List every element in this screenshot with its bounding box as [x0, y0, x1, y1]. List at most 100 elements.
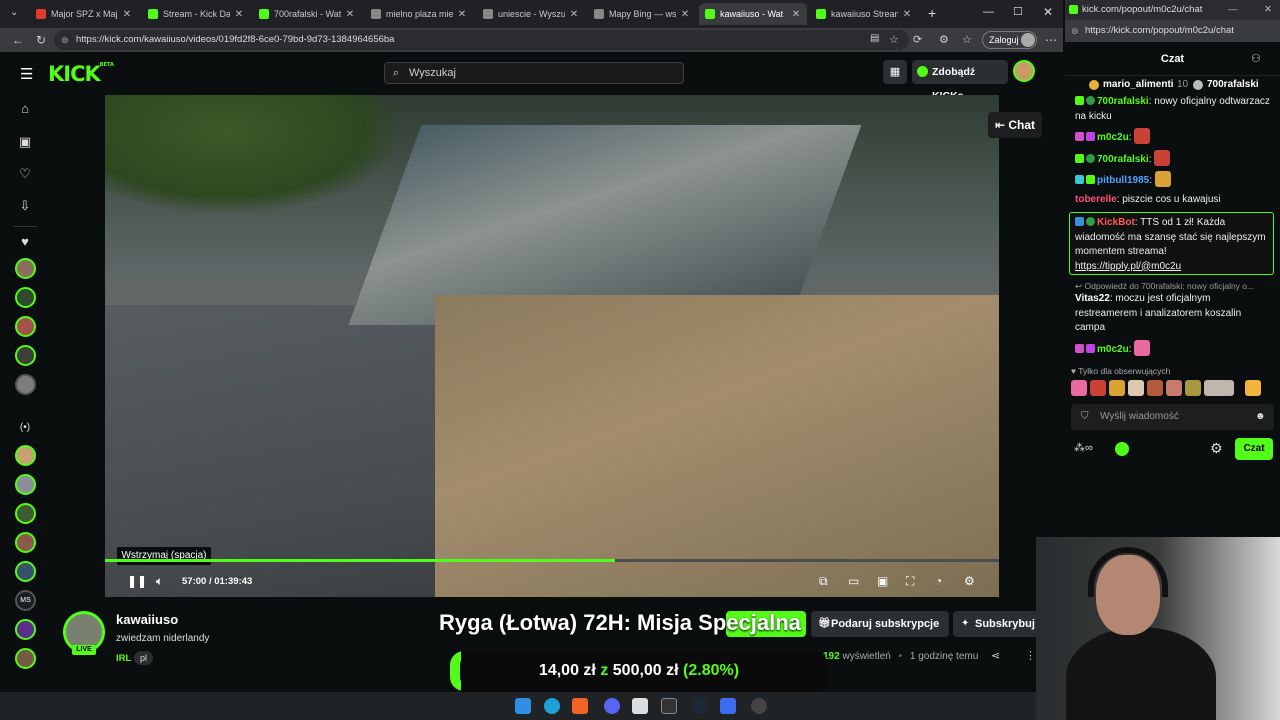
browse-icon[interactable]: ▣	[17, 134, 33, 150]
pause-icon[interactable]: ❚❚	[127, 574, 147, 588]
favorites-icon[interactable]: ☆	[962, 33, 972, 46]
chat-username[interactable]: pitbull1985	[1097, 175, 1149, 186]
theater-mode-icon[interactable]: ▭	[848, 574, 859, 588]
chat-username[interactable]: 700rafalski	[1097, 154, 1149, 165]
chat-send-button[interactable]: Czat	[1235, 438, 1273, 460]
reply-reference[interactable]: ↩ Odpowiedź do 700rafalski: nowy oficjal…	[1075, 280, 1273, 292]
volume-icon[interactable]: 🔈︎	[156, 574, 163, 589]
subscribe-button[interactable]: ✦ Subskrybuj	[953, 611, 1043, 637]
reload-icon[interactable]: ↻	[36, 33, 46, 47]
chat-users-icon[interactable]: ⚇	[1251, 42, 1261, 76]
language-tag[interactable]: pl	[134, 651, 153, 665]
followed-channel-avatar[interactable]	[15, 316, 36, 337]
emote-icon[interactable]	[1071, 380, 1087, 396]
tab-close-icon[interactable]: ✕	[457, 9, 467, 20]
recommended-channel-avatar[interactable]: MS	[15, 590, 36, 611]
chat-tools-icon[interactable]: ⁂∞	[1074, 441, 1093, 454]
tab-close-icon[interactable]: ✕	[680, 9, 690, 20]
emote-icon[interactable]	[1147, 380, 1163, 396]
back-icon[interactable]: ←	[12, 33, 24, 47]
get-kicks-button[interactable]: Zdobądź KICKs	[912, 60, 1008, 102]
video-player[interactable]	[105, 95, 999, 597]
chat-link[interactable]: https://tipply.pl/@m0c2u	[1075, 260, 1269, 275]
chat-username[interactable]: m0c2u	[1097, 344, 1129, 355]
chat-username[interactable]: 700rafalski	[1097, 96, 1149, 107]
epic-games-icon[interactable]	[661, 698, 677, 714]
followed-channel-avatar[interactable]	[15, 287, 36, 308]
tab-close-icon[interactable]: ✕	[791, 9, 801, 20]
followed-channel-avatar[interactable]	[15, 345, 36, 366]
reader-icon[interactable]: ▤	[870, 33, 879, 44]
emote-icon[interactable]	[1128, 380, 1144, 396]
minimize-icon[interactable]: —	[983, 6, 994, 18]
leaderboard-user[interactable]: mario_alimenti	[1103, 79, 1174, 90]
chat-username[interactable]: Vitas22	[1075, 293, 1110, 304]
followed-channel-avatar[interactable]	[15, 374, 36, 395]
recommended-channel-avatar[interactable]	[15, 648, 36, 669]
following-heart-icon[interactable]: ♡	[17, 166, 33, 182]
clips-icon[interactable]: ⇩	[17, 198, 33, 214]
chat-minimize-icon[interactable]: —	[1228, 0, 1238, 20]
leaderboard-user[interactable]: 700rafalski	[1207, 79, 1259, 90]
kick-logo-icon[interactable]	[1115, 442, 1129, 456]
chat-toggle-button[interactable]: ⇤ Chat	[988, 112, 1042, 138]
recommended-channel-avatar[interactable]	[15, 474, 36, 495]
browser-tab[interactable]: mielno plaza mieszk ✕	[365, 3, 473, 25]
miniplayer-icon[interactable]: ⧉	[819, 574, 828, 589]
app-icon[interactable]	[720, 698, 736, 714]
browser-tab[interactable]: Stream - Kick Dashb ✕	[142, 3, 250, 25]
tab-list-icon[interactable]: ⌄	[10, 7, 18, 18]
user-avatar[interactable]	[1013, 60, 1035, 82]
recommended-channel-avatar[interactable]	[15, 445, 36, 466]
chat-username[interactable]: toberelle	[1075, 194, 1117, 205]
browser-tab[interactable]: 700rafalski - Watch ✕	[253, 3, 361, 25]
category-link[interactable]: IRL	[116, 653, 131, 664]
chat-site-info-icon[interactable]: ⊜	[1071, 20, 1079, 42]
emoji-picker-icon[interactable]: ☻	[1255, 404, 1266, 430]
chat-settings-icon[interactable]: ⚙	[1210, 440, 1223, 457]
windows-start-icon[interactable]	[515, 698, 531, 714]
emote-icon[interactable]	[1166, 380, 1182, 396]
browser-tab[interactable]: kawaiiuso - Wat ✕	[699, 3, 807, 25]
layout-icon[interactable]: ▦	[883, 60, 907, 84]
chat-username[interactable]: KickBot	[1097, 217, 1135, 228]
browser-tab[interactable]: kawaiiuso Stream - \ ✕	[810, 3, 918, 25]
tab-close-icon[interactable]: ✕	[122, 9, 132, 20]
home-icon[interactable]: ⌂	[17, 101, 33, 117]
app-icon[interactable]	[632, 698, 648, 714]
extensions-icon[interactable]: ⟳	[913, 33, 922, 46]
new-tab-button[interactable]: +	[928, 5, 936, 21]
gift-subs-button[interactable]: 🎁︎ Podaruj subskrypcje	[811, 611, 949, 637]
settings-icon[interactable]: ⚙	[939, 33, 949, 46]
kick-logo[interactable]: KICKBETA	[48, 62, 114, 86]
emote-icon[interactable]	[1109, 380, 1125, 396]
url-field[interactable]: ⊜ https://kick.com/kawaiiuso/videos/019f…	[54, 30, 909, 50]
emote-icon[interactable]	[1090, 380, 1106, 396]
speed-icon[interactable]: ◔	[935, 574, 942, 588]
settings-gear-icon[interactable]: ⚙	[964, 574, 975, 588]
maximize-icon[interactable]: ☐	[1013, 5, 1023, 18]
brave-icon[interactable]	[572, 698, 588, 714]
recommended-channel-avatar[interactable]	[15, 561, 36, 582]
seek-bar[interactable]	[105, 559, 999, 562]
favorite-star-icon[interactable]: ☆	[889, 33, 899, 46]
hamburger-menu-icon[interactable]: ☰	[20, 65, 33, 83]
emote-icon[interactable]	[1204, 380, 1234, 396]
search-input[interactable]: ⌕ Wyszukaj	[384, 62, 684, 84]
tab-close-icon[interactable]: ✕	[234, 9, 244, 20]
recommended-channel-avatar[interactable]	[15, 503, 36, 524]
emote-icon[interactable]	[1245, 380, 1261, 396]
obs-icon[interactable]	[751, 698, 767, 714]
discord-icon[interactable]	[604, 698, 620, 714]
browser-tab[interactable]: Major SPZ x Majki - ✕	[30, 3, 138, 25]
share-icon[interactable]: ⋖	[991, 649, 1000, 662]
close-window-icon[interactable]: ✕	[1043, 5, 1053, 19]
tab-close-icon[interactable]: ✕	[569, 9, 579, 20]
login-button[interactable]: Zaloguj	[982, 31, 1037, 49]
chat-close-icon[interactable]: ✕	[1264, 0, 1272, 20]
browser-tab[interactable]: uniescie - Wyszukaj ✕	[477, 3, 585, 25]
recommended-channel-avatar[interactable]	[15, 619, 36, 640]
more-menu-icon[interactable]: ⋯	[1045, 33, 1057, 47]
chat-message-input[interactable]: ⛉ Wyślij wiadomość ☻	[1071, 404, 1274, 430]
edge-icon[interactable]	[544, 698, 560, 714]
